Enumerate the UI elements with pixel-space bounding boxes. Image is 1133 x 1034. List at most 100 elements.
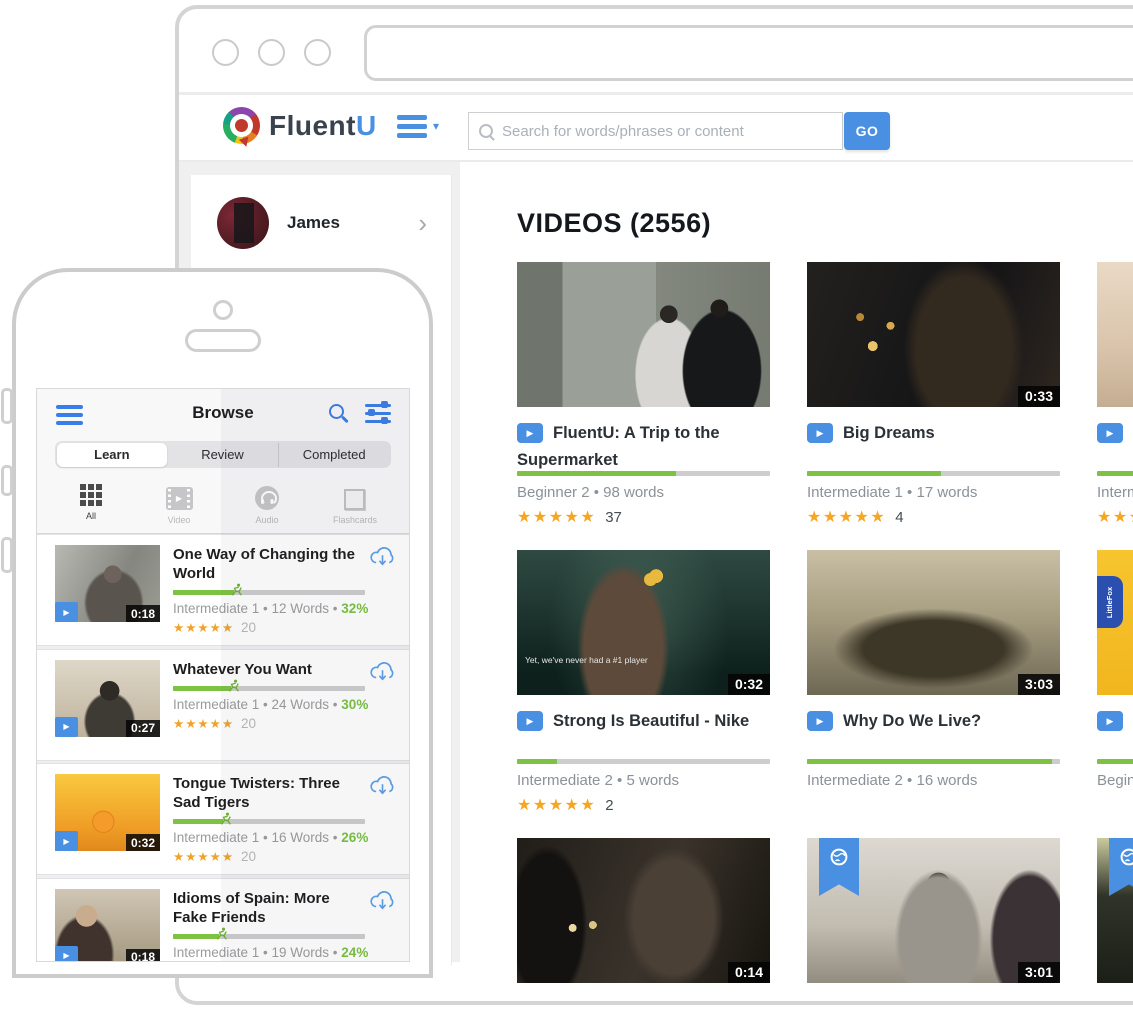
rating-row: ★★★★★ 37 — [517, 507, 770, 527]
fluentu-logo[interactable]: FluentU — [223, 107, 377, 144]
progress-bar — [1097, 759, 1133, 764]
video-card[interactable]: Yet, we've never had a #1 player 0:32 — [517, 550, 770, 815]
progress-fill — [807, 471, 941, 476]
app-item-thumbnail[interactable]: ▶ 0:27 — [55, 660, 160, 737]
filter-all[interactable]: All — [47, 484, 135, 525]
video-thumbnail[interactable]: 0:14 — [517, 838, 770, 983]
video-card[interactable]: 3:01 ▶ — [807, 838, 1060, 1034]
tab-review[interactable]: Review — [167, 443, 278, 467]
main-menu-button[interactable]: ▾ — [397, 115, 439, 138]
tab-learn[interactable]: Learn — [57, 443, 168, 467]
video-thumbnail[interactable] — [517, 262, 770, 407]
user-profile-row[interactable]: James › — [191, 175, 451, 269]
video-thumbnail[interactable] — [1097, 838, 1133, 983]
download-cloud-icon[interactable] — [368, 890, 397, 919]
app-filter-icon[interactable] — [365, 403, 391, 425]
search-icon — [479, 124, 493, 138]
window-control-close[interactable] — [212, 39, 239, 66]
app-rating-row: ★★★★★ 20 — [173, 620, 361, 635]
play-icon: ▶ — [1097, 711, 1123, 731]
video-meta — [517, 991, 770, 1009]
filter-video[interactable]: Video — [135, 484, 223, 525]
window-control-maximize[interactable] — [304, 39, 331, 66]
search-go-button[interactable]: GO — [844, 112, 890, 150]
video-meta — [807, 991, 1060, 1009]
progress-bar-wrap — [173, 590, 365, 595]
video-card[interactable]: 0:33 ▶Big Dreams Intermediate 1 • 17 wor… — [807, 262, 1060, 527]
download-cloud-icon[interactable] — [368, 775, 397, 804]
video-meta: Intermediate 2 • 5 words — [517, 772, 770, 790]
tab-completed[interactable]: Completed — [278, 443, 390, 467]
video-thumbnail[interactable]: LittleFox — [1097, 550, 1133, 695]
rating-count: 20 — [241, 620, 256, 635]
video-title-row[interactable]: ▶FluentU: A Trip to the Supermarket — [517, 420, 770, 464]
app-list-item[interactable]: ▶ 0:18 Idioms of Spain: More Fake Friend… — [37, 878, 409, 963]
play-icon: ▶ — [807, 711, 833, 731]
progress-bar — [173, 590, 365, 595]
video-card[interactable]: 0:14 ▶ — [517, 838, 770, 1034]
video-thumbnail[interactable]: Yet, we've never had a #1 player 0:32 — [517, 550, 770, 695]
app-item-thumbnail[interactable]: ▶ 0:18 — [55, 889, 160, 963]
video-card[interactable]: ▶ — [1097, 838, 1133, 1034]
video-thumbnail[interactable]: 3:01 — [807, 838, 1060, 983]
video-title-row[interactable]: ▶W — [1097, 708, 1133, 752]
video-card[interactable]: ▶3 Intermediate ★★★★★ — [1097, 262, 1133, 527]
download-cloud-icon[interactable] — [368, 661, 397, 690]
video-title-row[interactable]: ▶Strong Is Beautiful - Nike — [517, 708, 770, 752]
site-header: FluentU ▾ GO — [179, 95, 1133, 162]
rating-count: 20 — [241, 849, 256, 864]
flashcards-icon — [344, 490, 366, 510]
app-item-thumbnail[interactable]: ▶ 0:18 — [55, 545, 160, 622]
rating-row: ★★★★★ 4 — [807, 507, 1060, 527]
app-list-item[interactable]: ▶ 0:32 Tongue Twisters: Three Sad Tigers — [37, 763, 409, 875]
video-meta: Beginner 2 • 98 words — [517, 484, 770, 502]
filter-audio[interactable]: Audio — [223, 484, 311, 525]
search-field[interactable] — [468, 112, 843, 150]
app-rating-row: ★★★★★ 20 — [173, 849, 361, 864]
play-icon: ▶ — [807, 423, 833, 443]
chevron-down-icon: ▾ — [433, 119, 439, 133]
video-title-row[interactable]: ▶Big Dreams — [807, 420, 1060, 464]
download-cloud-icon[interactable] — [368, 546, 397, 575]
video-title-row[interactable]: ▶3 — [1097, 420, 1133, 464]
progress-bar — [173, 934, 365, 939]
video-card[interactable]: 3:03 ▶Why Do We Live? Intermediate 2 • 1… — [807, 550, 1060, 815]
video-meta: Beginner — [1097, 772, 1133, 790]
star-rating-icons: ★★★★★ — [517, 507, 596, 527]
rating-row — [1097, 1014, 1133, 1034]
video-thumbnail[interactable]: 0:33 — [807, 262, 1060, 407]
app-list-item[interactable]: ▶ 0:18 One Way of Changing the World — [37, 534, 409, 646]
video-card[interactable]: ▶FluentU: A Trip to the Supermarket Begi… — [517, 262, 770, 527]
star-rating-icons: ★★★★★ — [173, 716, 234, 731]
address-bar[interactable] — [364, 25, 1133, 81]
duration-badge: 0:33 — [1018, 386, 1060, 407]
star-rating-icons: ★★★★★ — [1097, 507, 1133, 527]
search-bar: GO — [468, 112, 890, 150]
video-title: Strong Is Beautiful - Nike — [553, 712, 749, 730]
app-item-title: Idioms of Spain: More Fake Friends — [173, 889, 361, 927]
runner-icon — [215, 927, 228, 945]
window-control-minimize[interactable] — [258, 39, 285, 66]
progress-fill — [173, 934, 219, 939]
segmented-control: Learn Review Completed — [55, 441, 391, 468]
filter-flashcards[interactable]: Flashcards — [311, 484, 399, 525]
search-input[interactable] — [502, 123, 832, 140]
thumbnail-caption: Yet, we've never had a #1 player — [525, 655, 648, 665]
fluentu-globe-icon — [223, 107, 260, 144]
phone-speaker — [185, 329, 261, 352]
video-grid: ▶FluentU: A Trip to the Supermarket Begi… — [517, 262, 1133, 1034]
littlefox-badge: LittleFox — [1097, 576, 1123, 628]
progress-bar — [173, 819, 365, 824]
learned-percent: 32% — [341, 601, 368, 616]
play-icon: ▶ — [55, 602, 78, 622]
app-item-thumbnail[interactable]: ▶ 0:32 — [55, 774, 160, 851]
video-card[interactable]: LittleFox ▶W — [1097, 550, 1133, 815]
progress-bar — [1097, 471, 1133, 476]
video-title-row[interactable]: ▶Why Do We Live? — [807, 708, 1060, 752]
video-thumbnail[interactable]: 3:03 — [807, 550, 1060, 695]
app-search-icon[interactable] — [329, 404, 344, 419]
app-list-item[interactable]: ▶ 0:27 Whatever You Want — [37, 649, 409, 761]
video-thumbnail[interactable] — [1097, 262, 1133, 407]
progress-bar-wrap — [173, 934, 365, 939]
star-rating-icons: ★★★★★ — [517, 795, 596, 815]
